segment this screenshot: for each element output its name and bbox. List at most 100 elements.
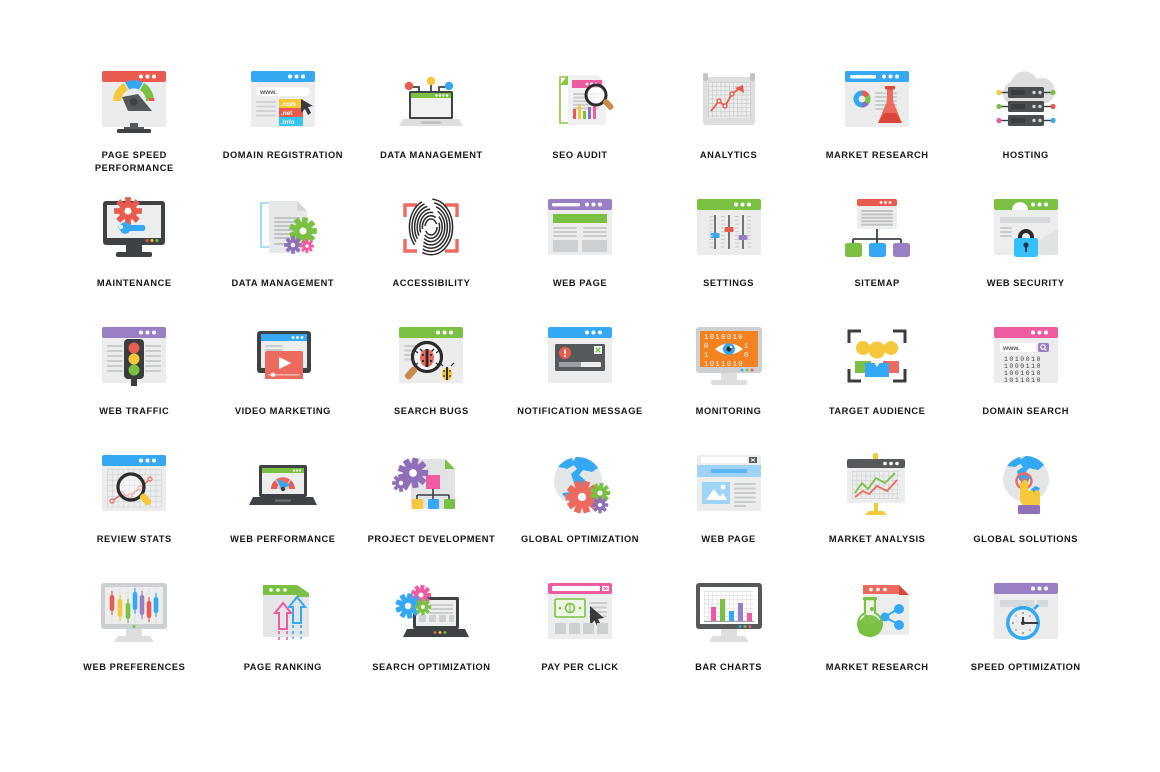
icon-cell-monitoring[interactable]: 1010010 0 11 0 1011010 MONITORING: [654, 314, 803, 442]
globe-gears-icon: [532, 442, 628, 524]
icon-label: WEB SECURITY: [986, 278, 1065, 288]
icon-cell-target-audience[interactable]: TARGET AUDIENCE: [803, 314, 952, 442]
icon-label: DATA MANAGEMENT: [380, 150, 483, 160]
svg-text:www.: www.: [259, 89, 277, 96]
icon-cell-data-management-laptop[interactable]: DATA MANAGEMENT: [357, 58, 506, 186]
icon-label: REVIEW STATS: [96, 534, 172, 544]
monitor-gear-wrench-icon: [86, 186, 182, 268]
icon-label: HOSTING: [1002, 150, 1049, 160]
webpage-image-icon: [681, 442, 777, 524]
globe-touch-icon: [978, 442, 1074, 524]
presentation-chart-icon: [829, 442, 925, 524]
icon-label: WEB PAGE: [552, 278, 608, 288]
icon-cell-domain-registration[interactable]: www. .com .net .info DOMAIN REGISTRATION: [209, 58, 358, 186]
svg-text:.info: .info: [281, 119, 295, 126]
laptop-gears-icon: [383, 570, 479, 652]
icon-label: MARKET ANALYSIS: [828, 534, 926, 544]
svg-text:1000110: 1000110: [1004, 363, 1042, 370]
icon-cell-notification-message[interactable]: NOTIFICATION MESSAGE: [506, 314, 655, 442]
sliders-browser-icon: [681, 186, 777, 268]
icon-sheet: PAGE SPEED PERFORMANCE www. .com .net .info D…: [0, 0, 1160, 772]
icon-cell-page-ranking[interactable]: PAGE RANKING: [209, 570, 358, 698]
icon-label: WEB PAGE: [701, 534, 756, 544]
svg-text:1010010: 1010010: [704, 334, 744, 342]
icon-cell-review-stats[interactable]: REVIEW STATS: [60, 442, 209, 570]
icon-cell-data-management-doc[interactable]: DATA MANAGEMENT: [209, 186, 358, 314]
icon-label: MARKET RESEARCH: [825, 662, 929, 672]
icon-cell-accessibility[interactable]: ACCESSIBILITY: [357, 186, 506, 314]
icon-cell-maintenance[interactable]: MAINTENANCE: [60, 186, 209, 314]
icon-cell-global-optimization[interactable]: GLOBAL OPTIMIZATION: [506, 442, 655, 570]
icon-label: MONITORING: [695, 406, 762, 416]
icon-cell-web-security[interactable]: WEB SECURITY: [951, 186, 1100, 314]
browser-money-cursor-icon: [532, 570, 628, 652]
doc-gears-icon: [235, 186, 331, 268]
icon-cell-settings[interactable]: SETTINGS: [654, 186, 803, 314]
icon-cell-domain-search[interactable]: www. 1010010 1000110 1001010 1011010 DOMAIN S…: [951, 314, 1100, 442]
icon-cell-search-bugs[interactable]: SEARCH BUGS: [357, 314, 506, 442]
icon-label: ANALYTICS: [699, 150, 758, 160]
browser-flask-icon: [829, 58, 925, 140]
icon-cell-pay-per-click[interactable]: PAY PER CLICK: [506, 570, 655, 698]
icon-grid: PAGE SPEED PERFORMANCE www. .com .net .info D…: [60, 58, 1100, 698]
monitor-bars-icon: [681, 570, 777, 652]
bug-magnifier-icon: [383, 314, 479, 396]
icon-cell-page-speed-performance[interactable]: PAGE SPEED PERFORMANCE: [60, 58, 209, 186]
icon-cell-market-research-share[interactable]: MARKET RESEARCH: [803, 570, 952, 698]
icon-cell-project-development[interactable]: PROJECT DEVELOPMENT: [357, 442, 506, 570]
icon-cell-market-analysis[interactable]: MARKET ANALYSIS: [803, 442, 952, 570]
icon-label: DATA MANAGEMENT: [231, 278, 335, 288]
icon-label: GLOBAL OPTIMIZATION: [520, 534, 640, 544]
icon-label: PAGE SPEED PERFORMANCE: [94, 150, 174, 173]
icon-label: GLOBAL SOLUTIONS: [973, 534, 1079, 544]
icon-label: DOMAIN SEARCH: [982, 406, 1070, 416]
icon-label: MAINTENANCE: [96, 278, 172, 288]
icon-cell-analytics[interactable]: ANALYTICS: [654, 58, 803, 186]
icon-cell-web-preferences[interactable]: WEB PREFERENCES: [60, 570, 209, 698]
icon-label: SEARCH OPTIMIZATION: [372, 662, 491, 672]
icon-label: PAGE RANKING: [243, 662, 322, 672]
laptop-nodes-icon: [383, 58, 479, 140]
gauge-browser-icon: [86, 58, 182, 140]
icon-label: PROJECT DEVELOPMENT: [367, 534, 496, 544]
icon-label: SEARCH BUGS: [394, 406, 469, 416]
icon-cell-bar-charts[interactable]: BAR CHARTS: [654, 570, 803, 698]
icon-cell-web-performance[interactable]: WEB PERFORMANCE: [209, 442, 358, 570]
seo-audit-doc-icon: [532, 58, 628, 140]
alert-dialog-icon: [532, 314, 628, 396]
chart-magnifier-icon: [86, 442, 182, 524]
icon-cell-web-page-purple[interactable]: WEB PAGE: [506, 186, 655, 314]
webpage-purple-icon: [532, 186, 628, 268]
icon-label: ACCESSIBILITY: [392, 278, 471, 288]
people-frame-icon: [829, 314, 925, 396]
icon-cell-speed-optimization[interactable]: SPEED OPTIMIZATION: [951, 570, 1100, 698]
analytics-grid-icon: [681, 58, 777, 140]
icon-cell-web-page-blue[interactable]: WEB PAGE: [654, 442, 803, 570]
svg-text:1010010: 1010010: [1004, 356, 1042, 363]
icon-label: SPEED OPTIMIZATION: [970, 662, 1081, 672]
icon-cell-hosting[interactable]: HOSTING: [951, 58, 1100, 186]
svg-text:1011010: 1011010: [704, 361, 744, 369]
monitor-eye-binary-icon: 1010010 0 11 0 1011010: [681, 314, 777, 396]
icon-cell-video-marketing[interactable]: VIDEO MARKETING: [209, 314, 358, 442]
icon-cell-search-optimization[interactable]: SEARCH OPTIMIZATION: [357, 570, 506, 698]
svg-text:.net: .net: [281, 110, 293, 117]
icon-label: VIDEO MARKETING: [234, 406, 331, 416]
fingerprint-scan-icon: [383, 186, 479, 268]
tablet-video-icon: [235, 314, 331, 396]
icon-label: BAR CHARTS: [695, 662, 763, 672]
icon-cell-global-solutions[interactable]: GLOBAL SOLUTIONS: [951, 442, 1100, 570]
icon-label: SETTINGS: [703, 278, 754, 288]
doc-flow-gear-icon: [383, 442, 479, 524]
doc-arrows-up-icon: [235, 570, 331, 652]
laptop-gauge-icon: [235, 442, 331, 524]
icon-label: SITEMAP: [854, 278, 900, 288]
icon-cell-seo-audit[interactable]: SEO AUDIT: [506, 58, 655, 186]
domain-browser-icon: www. .com .net .info: [235, 58, 331, 140]
icon-label: NOTIFICATION MESSAGE: [517, 406, 643, 416]
svg-text:.com: .com: [281, 101, 296, 108]
icon-cell-sitemap[interactable]: SITEMAP: [803, 186, 952, 314]
icon-cell-market-research-flask[interactable]: MARKET RESEARCH: [803, 58, 952, 186]
icon-label: WEB TRAFFIC: [99, 406, 170, 416]
icon-cell-web-traffic[interactable]: WEB TRAFFIC: [60, 314, 209, 442]
